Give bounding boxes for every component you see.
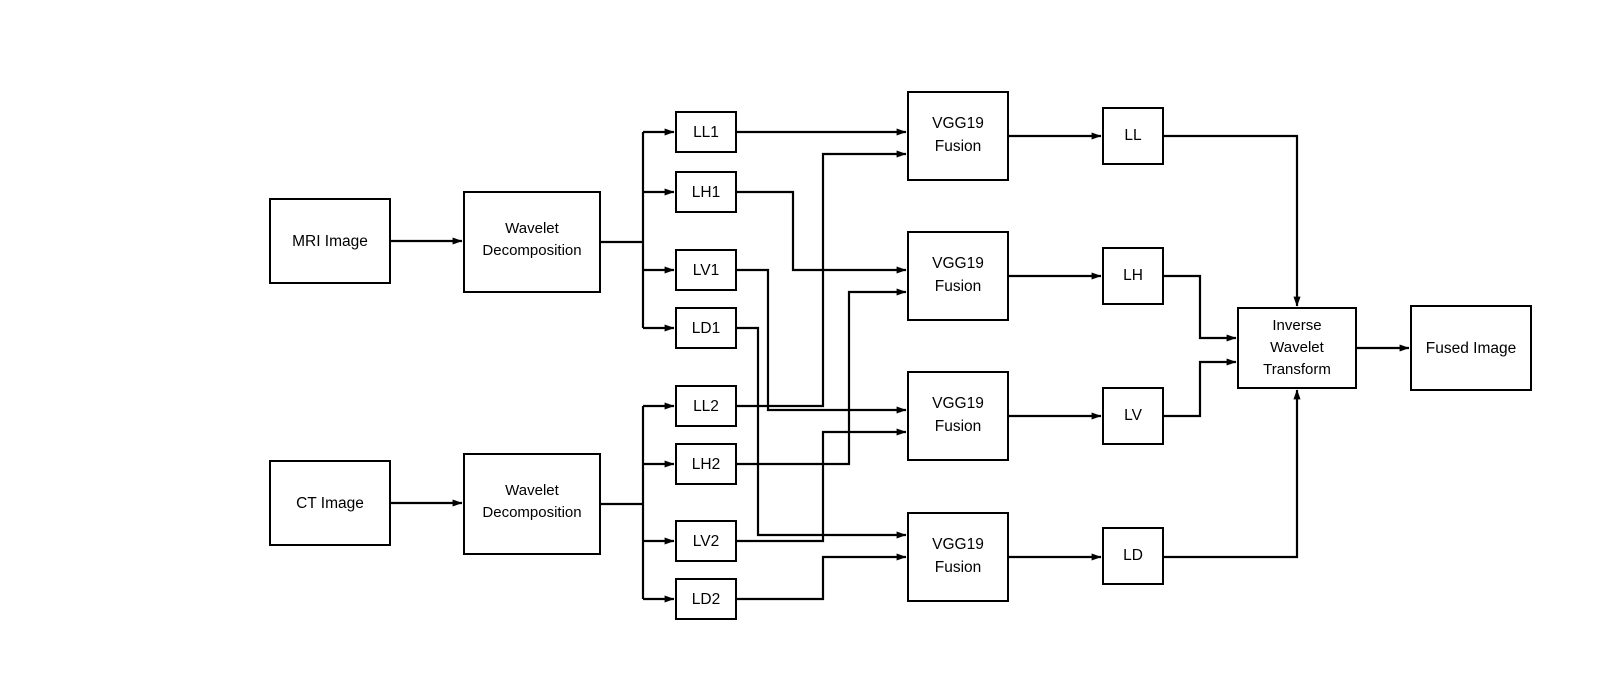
node-label-vgg19-fusion-lh-line1: VGG19 — [932, 255, 984, 272]
node-label-lv2: LV2 — [693, 533, 719, 550]
node-label-lv1: LV1 — [693, 262, 719, 279]
node-ll2[interactable]: LL2 — [675, 385, 737, 427]
node-lh1[interactable]: LH1 — [675, 171, 737, 213]
node-label-inverse-wavelet-transform-line1: Inverse — [1272, 317, 1321, 334]
edge-lv2-to-fusion-lv — [736, 428, 907, 543]
node-label-vgg19-fusion-lv-line2: Fusion — [935, 418, 982, 435]
node-label-wavelet-decomposition-ct-line1: Wavelet — [505, 482, 559, 499]
flowchart-canvas: MRI Image Wavelet Decomposition CT Image… — [0, 0, 1620, 680]
node-mri-image[interactable]: MRI Image — [269, 198, 391, 284]
node-label-wavelet-decomposition-ct-line2: Decomposition — [482, 504, 581, 521]
node-label-inverse-wavelet-transform-line3: Transform — [1263, 361, 1331, 378]
node-label-wavelet-decomposition-mri-line1: Wavelet — [505, 220, 559, 237]
node-ct-image[interactable]: CT Image — [269, 460, 391, 546]
node-label-inverse-wavelet-transform-line2: Wavelet — [1270, 339, 1324, 356]
node-vgg19-fusion-ld[interactable]: VGG19 Fusion — [907, 512, 1009, 602]
node-label-vgg19-fusion-ll-line2: Fusion — [935, 138, 982, 155]
node-label-vgg19-fusion-lh-line2: Fusion — [935, 278, 982, 295]
node-label-vgg19-fusion-ld-line2: Fusion — [935, 559, 982, 576]
node-label-mri-image: MRI Image — [292, 233, 368, 250]
node-label-lh1: LH1 — [692, 184, 720, 201]
node-label-ld1: LD1 — [692, 320, 720, 337]
flowchart-svg: MRI Image Wavelet Decomposition CT Image… — [269, 91, 1532, 620]
edge-lh2-to-fusion-lh — [736, 288, 907, 466]
node-label-vgg19-fusion-lv-line1: VGG19 — [932, 395, 984, 412]
node-ll[interactable]: LL — [1102, 107, 1164, 165]
node-inverse-wavelet-transform[interactable]: Inverse Wavelet Transform — [1237, 307, 1357, 389]
edge-ld2-to-fusion-ld — [736, 553, 907, 601]
node-label-vgg19-fusion-ll-line1: VGG19 — [932, 115, 984, 132]
node-lv2[interactable]: LV2 — [675, 520, 737, 562]
edge-ll-to-inverse-wavelet-transform — [1163, 134, 1301, 307]
node-vgg19-fusion-lh[interactable]: VGG19 Fusion — [907, 231, 1009, 321]
edge-wavelet1-trunk — [600, 132, 645, 328]
node-label-ct-image: CT Image — [296, 495, 364, 512]
node-lh[interactable]: LH — [1102, 247, 1164, 305]
node-lv[interactable]: LV — [1102, 387, 1164, 445]
edge-lh-to-inverse-wavelet-transform — [1163, 274, 1237, 342]
node-label-lh2: LH2 — [692, 456, 720, 473]
node-layer: MRI Image Wavelet Decomposition CT Image… — [269, 91, 1532, 620]
node-label-ll: LL — [1124, 127, 1142, 144]
node-fused-image[interactable]: Fused Image — [1410, 305, 1532, 391]
node-wavelet-decomposition-mri[interactable]: Wavelet Decomposition — [463, 191, 601, 293]
node-label-wavelet-decomposition-mri-line2: Decomposition — [482, 242, 581, 259]
edge-lv-to-inverse-wavelet-transform — [1163, 358, 1237, 418]
node-ld2[interactable]: LD2 — [675, 578, 737, 620]
node-label-ld: LD — [1123, 547, 1143, 564]
node-label-vgg19-fusion-ld-line1: VGG19 — [932, 536, 984, 553]
node-label-lv: LV — [1124, 407, 1142, 424]
edge-wavelet2-trunk — [600, 406, 645, 599]
node-wavelet-decomposition-ct[interactable]: Wavelet Decomposition — [463, 453, 601, 555]
edge-lh1-to-fusion-lh — [736, 190, 907, 274]
node-vgg19-fusion-ll[interactable]: VGG19 Fusion — [907, 91, 1009, 181]
node-label-ld2: LD2 — [692, 591, 720, 608]
node-ld[interactable]: LD — [1102, 527, 1164, 585]
node-label-ll1: LL1 — [693, 124, 719, 141]
node-label-lh: LH — [1123, 267, 1143, 284]
node-lh2[interactable]: LH2 — [675, 443, 737, 485]
node-ll1[interactable]: LL1 — [675, 111, 737, 153]
node-label-fused-image: Fused Image — [1426, 340, 1516, 357]
node-ld1[interactable]: LD1 — [675, 307, 737, 349]
node-lv1[interactable]: LV1 — [675, 249, 737, 291]
node-vgg19-fusion-lv[interactable]: VGG19 Fusion — [907, 371, 1009, 461]
node-label-ll2: LL2 — [693, 398, 719, 415]
